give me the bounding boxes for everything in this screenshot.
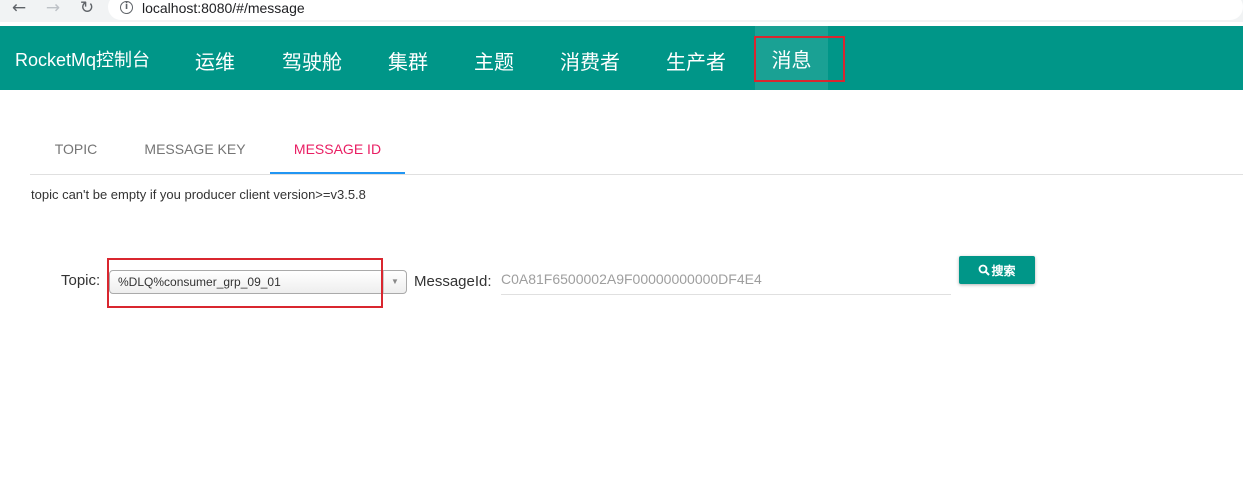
nav-item-consumer[interactable]: 消费者 [560, 46, 620, 75]
browser-toolbar: ← → ↻ i localhost:8080/#/message [0, 0, 1243, 22]
message-id-label: MessageId: [414, 273, 492, 290]
back-arrow-icon[interactable]: ← [8, 0, 30, 18]
info-icon[interactable]: i [120, 1, 133, 14]
annotation-highlight-nav [754, 36, 845, 82]
search-icon [979, 264, 991, 276]
nav-item-producer[interactable]: 生产者 [666, 46, 726, 75]
nav-item-cluster[interactable]: 集群 [388, 46, 428, 75]
reload-icon[interactable]: ↻ [76, 0, 98, 18]
url-text: localhost:8080/#/message [142, 0, 305, 16]
annotation-highlight-topic [107, 258, 383, 308]
dropdown-arrow-icon[interactable]: ▼ [383, 271, 406, 293]
nav-item-dashboard[interactable]: 驾驶舱 [282, 46, 342, 75]
nav-item-ops[interactable]: 运维 [195, 46, 235, 75]
tab-message-key[interactable]: MESSAGE KEY [122, 126, 268, 172]
top-navbar: RocketMq控制台 运维 驾驶舱 集群 主题 消费者 生产者 消息 [0, 26, 1243, 90]
message-id-input[interactable] [501, 264, 951, 295]
message-search-tabs: TOPIC MESSAGE KEY MESSAGE ID [30, 126, 1243, 175]
forward-arrow-icon[interactable]: → [42, 0, 64, 18]
search-button-label: 搜索 [991, 263, 1016, 278]
brand-title[interactable]: RocketMq控制台 [15, 46, 150, 72]
search-button[interactable]: 搜索 [959, 256, 1035, 284]
address-bar[interactable]: i localhost:8080/#/message [108, 0, 1243, 20]
tab-topic[interactable]: TOPIC [30, 126, 122, 172]
tab-message-id[interactable]: MESSAGE ID [270, 126, 405, 174]
nav-item-topic[interactable]: 主题 [474, 46, 514, 75]
hint-text: topic can't be empty if you producer cli… [31, 187, 366, 202]
topic-label: Topic: [61, 272, 101, 289]
